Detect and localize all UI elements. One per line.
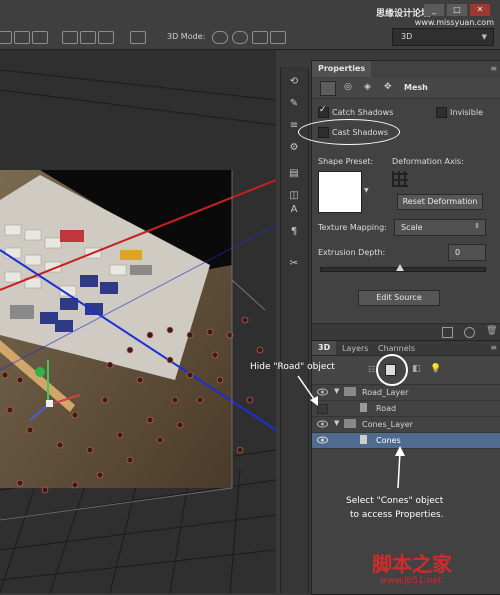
distribute-icon[interactable]	[130, 31, 146, 44]
properties-footer: 🗑	[312, 323, 500, 340]
3d-panel-tabs: 3D Layers Channels ≡	[312, 341, 500, 356]
3d-scene	[0, 50, 276, 593]
distribute-icon[interactable]	[98, 31, 114, 44]
watermark-bottom-url: www.jb51.net	[380, 576, 442, 586]
eye-icon[interactable]	[317, 420, 328, 428]
drag-icon[interactable]	[252, 31, 268, 44]
tab-properties[interactable]: Properties	[312, 61, 372, 77]
folder-icon	[344, 419, 356, 428]
cast-shadows-highlight	[298, 119, 400, 145]
annotation-hide-road: Hide "Road" object	[250, 362, 335, 372]
panel-menu-icon[interactable]: ≡	[490, 64, 497, 73]
reset-icon[interactable]	[464, 327, 475, 338]
history-icon[interactable]: ⟲	[286, 75, 302, 89]
tab-channels[interactable]: Channels	[378, 344, 415, 353]
deformation-axis-label: Deformation Axis:	[392, 157, 464, 166]
properties-panel: Properties ≡ ◎ ◈ ✥ Mesh ✓ Catch Shadows …	[298, 60, 500, 340]
layer-row[interactable]: ▼ Cones_Layer	[312, 417, 500, 433]
align-icon[interactable]	[0, 31, 12, 44]
paragraph-icon[interactable]: ¶	[286, 225, 302, 239]
invisible-label: Invisible	[450, 108, 483, 117]
panel-menu-icon[interactable]: ≡	[490, 343, 497, 352]
align-icon[interactable]	[14, 31, 30, 44]
texture-mapping-label: Texture Mapping:	[318, 223, 387, 232]
tab-3d[interactable]: 3D	[312, 341, 337, 355]
annotation-select-cones-line1: Select "Cones" object	[346, 496, 444, 506]
3d-filter-row: ☷ ◧ 💡	[312, 354, 500, 386]
shape-preset-label: Shape Preset:	[318, 157, 374, 166]
annotation-arrow	[395, 446, 405, 489]
settings-icon[interactable]: ⚙	[286, 141, 302, 155]
properties-icon-row: ◎ ◈ ✥ Mesh	[312, 78, 500, 99]
annotation-select-cones-line2: to access Properties.	[350, 510, 444, 520]
align-icon[interactable]	[32, 31, 48, 44]
mesh-filter-icon[interactable]	[385, 364, 396, 376]
folder-icon	[344, 387, 356, 396]
chevron-down-icon[interactable]: ▼	[334, 419, 339, 427]
tools-icon[interactable]: ✂	[286, 257, 302, 271]
mesh-icon	[360, 435, 367, 444]
styles-icon[interactable]: ◫	[286, 189, 302, 203]
slider-handle[interactable]	[396, 264, 404, 271]
options-bar: 思缘设计论坛 www.missyuan.com _ □ ✕ 3D Mode: 3…	[0, 0, 500, 50]
roll-icon[interactable]	[232, 31, 248, 44]
extrusion-depth-value: 0	[455, 248, 461, 257]
layer-label: Road_Layer	[362, 388, 409, 397]
scene-filter-icon[interactable]: ☷	[368, 365, 375, 374]
distribute-icon[interactable]	[80, 31, 96, 44]
texture-mapping-value: Scale	[401, 223, 423, 232]
swatches-icon[interactable]: ▤	[286, 167, 302, 181]
trash-icon[interactable]: 🗑	[486, 326, 497, 336]
close-button[interactable]: ✕	[470, 4, 490, 16]
rotate-icon[interactable]	[212, 31, 228, 44]
3d-mode-label: 3D Mode:	[167, 32, 206, 41]
document-canvas[interactable]	[0, 50, 276, 593]
layer-row[interactable]: ▼ Road_Layer	[312, 385, 500, 401]
edit-source-button[interactable]: Edit Source	[358, 290, 440, 306]
workspace-value: 3D	[401, 32, 413, 41]
mesh-icon[interactable]	[320, 81, 336, 96]
watermark-bottom: 脚本之家	[372, 552, 452, 576]
panel-tool-strip: ⟲ ✎ ≡ ⚙ ▤ ◫ A ¶ ✂	[280, 67, 309, 593]
clip-icon[interactable]	[442, 327, 453, 338]
stepper-icon: ⇕	[474, 222, 480, 230]
reset-deformation-button[interactable]: Reset Deformation	[397, 194, 483, 210]
extrusion-depth-input[interactable]: 0	[448, 244, 486, 261]
catch-shadows-label: Catch Shadows	[332, 108, 394, 117]
shape-preset-thumbnail[interactable]	[318, 171, 362, 213]
eye-icon[interactable]	[317, 436, 328, 444]
brush-icon[interactable]: ✎	[286, 97, 302, 111]
minimize-button[interactable]: _	[424, 4, 444, 16]
extrusion-depth-label: Extrusion Depth:	[318, 248, 386, 257]
layer-label: Road	[376, 404, 397, 413]
distribute-icon[interactable]	[62, 31, 78, 44]
invisible-checkbox[interactable]	[436, 107, 447, 118]
materials-filter-icon[interactable]: ◧	[412, 364, 421, 374]
workspace-dropdown[interactable]: 3D ▼	[392, 28, 494, 46]
chevron-down-icon[interactable]: ▼	[364, 187, 369, 194]
coordinates-icon[interactable]: ✥	[384, 82, 392, 92]
properties-header: Mesh	[404, 83, 428, 92]
deform-icon[interactable]: ◎	[344, 82, 352, 92]
character-icon[interactable]: A	[286, 203, 302, 217]
slide-icon[interactable]	[270, 31, 286, 44]
lights-filter-icon[interactable]: 💡	[430, 364, 441, 374]
mesh-icon	[360, 403, 367, 412]
layer-label: Cones_Layer	[362, 420, 413, 429]
chevron-down-icon: ▼	[481, 33, 487, 41]
texture-mapping-select[interactable]: Scale ⇕	[394, 219, 486, 236]
cap-icon[interactable]: ◈	[364, 82, 371, 92]
maximize-button[interactable]: □	[447, 4, 467, 16]
deformation-axis-grid[interactable]	[392, 171, 408, 187]
layer-row[interactable]: Road	[312, 401, 500, 417]
tab-layers[interactable]: Layers	[342, 344, 368, 353]
catch-shadows-checkbox[interactable]: ✓	[318, 105, 329, 118]
annotation-arrow	[297, 375, 318, 406]
chevron-down-icon[interactable]: ▼	[334, 387, 339, 395]
watermark-url: www.missyuan.com	[414, 18, 494, 27]
